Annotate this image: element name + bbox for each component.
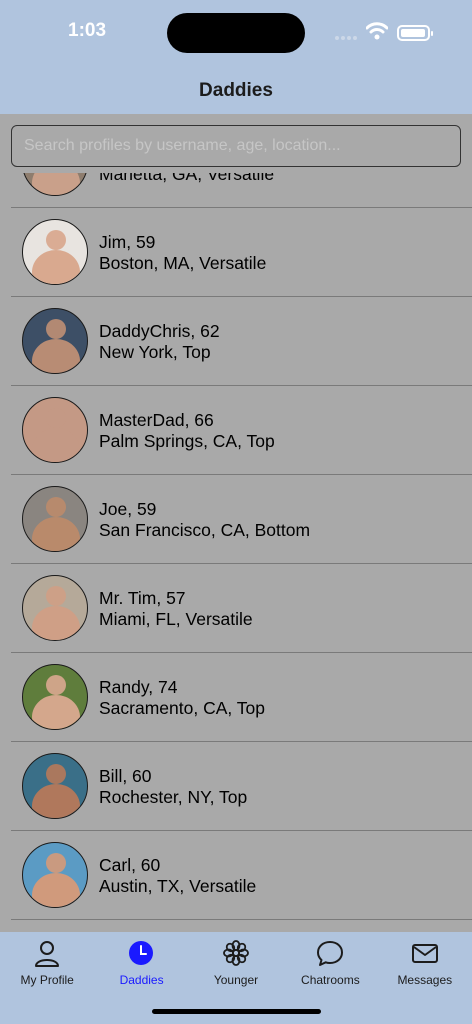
profile-name-age: Carl, 60 [99, 855, 161, 875]
profile-row[interactable]: DaddyChris, 62 New York, Top [11, 297, 472, 386]
profile-location-role: Rochester, NY, Top [99, 787, 248, 807]
wifi-icon [366, 22, 388, 40]
profile-location-role: Boston, MA, Versatile [99, 253, 267, 273]
profile-name-age: Randy, 74 [99, 677, 178, 697]
profile-name-age: Bill, 60 [99, 766, 152, 786]
tab-label: Daddies [119, 973, 164, 987]
tab-daddies[interactable]: Daddies [94, 932, 188, 992]
profile-name-age: DaddyChris, 62 [99, 321, 220, 341]
profile-row[interactable]: Randy, 74 Sacramento, CA, Top [11, 653, 472, 742]
profile-row[interactable]: Bill, 60 Rochester, NY, Top [11, 742, 472, 831]
tab-my-profile[interactable]: My Profile [0, 932, 94, 992]
profile-location-role: Marietta, GA, Versatile [99, 173, 275, 184]
profile-avatar[interactable] [22, 842, 88, 908]
profile-avatar[interactable] [22, 664, 88, 730]
dynamic-island [167, 13, 305, 53]
profile-location-role: Palm Springs, CA, Top [99, 431, 275, 451]
profile-row[interactable]: Mr. Tim, 57 Miami, FL, Versatile [11, 564, 472, 653]
profile-row[interactable]: Joe, 59 San Francisco, CA, Bottom [11, 475, 472, 564]
chat-bubble-icon [317, 941, 344, 966]
profile-name-age: Jim, 59 [99, 232, 156, 252]
tab-label: Messages [397, 973, 453, 987]
profile-name-age: Joe, 59 [99, 499, 157, 519]
profile-avatar[interactable] [22, 173, 88, 196]
profile-location-role: Austin, TX, Versatile [99, 876, 257, 896]
profile-avatar[interactable] [22, 486, 88, 552]
cellular-signal-icon [335, 36, 359, 40]
profile-list[interactable]: Matt, 72Marietta, GA, VersatileJim, 59Bo… [0, 173, 472, 932]
profile-name-age: MasterDad, 66 [99, 410, 214, 430]
tab-label: Chatrooms [301, 973, 360, 987]
profile-avatar[interactable] [22, 308, 88, 374]
tab-messages[interactable]: Messages [378, 932, 472, 992]
profile-avatar[interactable] [22, 397, 88, 463]
profile-row[interactable]: Jim, 59 Boston, MA, Versatile [11, 208, 472, 297]
status-bar: 1:03 [0, 0, 472, 64]
profile-avatar[interactable] [22, 575, 88, 641]
profile-row[interactable]: Matt, 72Marietta, GA, Versatile [11, 173, 472, 208]
person-icon [35, 941, 59, 967]
tab-label: Younger [213, 973, 259, 987]
tab-chatrooms[interactable]: Chatrooms [283, 932, 377, 992]
page-title: Daddies [199, 80, 273, 101]
flower-icon [222, 940, 249, 966]
status-time: 1:03 [68, 20, 107, 41]
profile-location-role: Miami, FL, Versatile [99, 609, 253, 629]
clock-icon [129, 941, 154, 965]
profile-avatar[interactable] [22, 753, 88, 819]
profile-row[interactable]: Carl, 60 Austin, TX, Versatile [11, 831, 472, 920]
tab-label: My Profile [20, 973, 74, 987]
profile-avatar[interactable] [22, 219, 88, 285]
profile-location-role: New York, Top [99, 342, 211, 362]
profile-location-role: San Francisco, CA, Bottom [99, 520, 311, 540]
profile-name-age: Mr. Tim, 57 [99, 588, 186, 608]
home-indicator [152, 1009, 321, 1014]
envelope-icon [411, 944, 438, 963]
tab-younger[interactable]: Younger [189, 932, 283, 992]
profile-location-role: Sacramento, CA, Top [99, 698, 266, 718]
navigation-bar: Daddies [0, 64, 472, 114]
battery-icon [397, 25, 433, 41]
search-input[interactable] [11, 125, 461, 167]
profile-row[interactable]: MasterDad, 66 Palm Springs, CA, Top [11, 386, 472, 475]
